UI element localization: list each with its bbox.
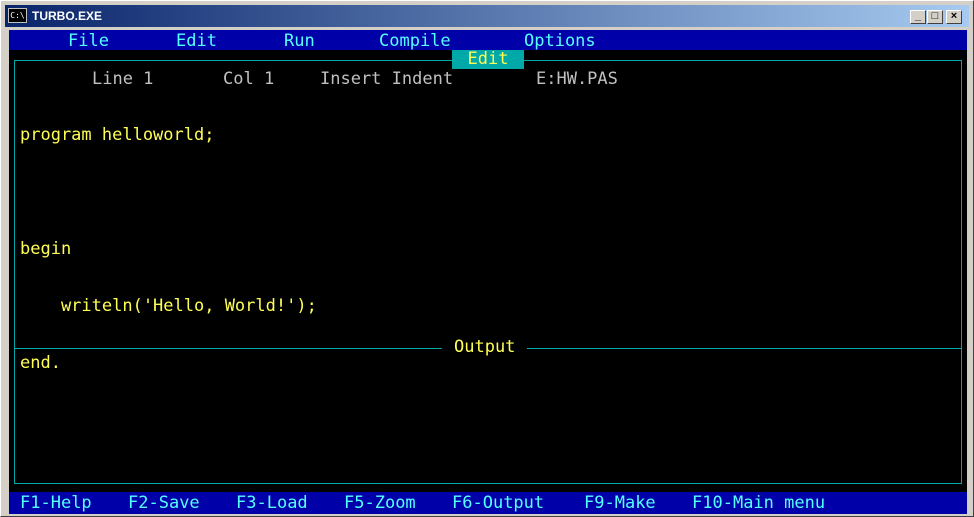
close-button[interactable]: × [946, 10, 962, 24]
f9-make-key[interactable]: F9-Make [584, 493, 656, 513]
code-line: begin [20, 239, 72, 259]
window-title: TURBO.EXE [32, 9, 103, 23]
menu-bar: File Edit Run Compile Options [9, 30, 967, 51]
console-app-icon[interactable]: C:\ [8, 8, 27, 23]
f10-main-menu-key[interactable]: F10-Main menu [692, 493, 825, 513]
menu-options[interactable]: Options [524, 31, 596, 51]
file-name: E:HW.PAS [536, 69, 618, 89]
dos-screen: File Edit Run Compile Options Edit Line … [9, 30, 967, 514]
f1-help-key[interactable]: F1-Help [20, 493, 92, 513]
f3-load-key[interactable]: F3-Load [236, 493, 308, 513]
line-indicator: Line 1 [92, 69, 154, 89]
column-indicator: Col 1 [223, 69, 275, 89]
edit-window-title: Edit [452, 50, 524, 69]
output-window[interactable] [15, 350, 961, 483]
function-key-bar: F1-Help F2-Save F3-Load F5-Zoom F6-Outpu… [9, 492, 967, 514]
window-frame: C:\ TURBO.EXE _ □ × File Edit Run Compil… [0, 0, 974, 517]
menu-edit[interactable]: Edit [176, 31, 217, 51]
minimize-button[interactable]: _ [910, 10, 926, 24]
menu-compile[interactable]: Compile [379, 31, 451, 51]
menu-run[interactable]: Run [284, 31, 315, 51]
editor-mode-indicator: Insert Indent [320, 69, 454, 89]
f6-output-key[interactable]: F6-Output [452, 493, 544, 513]
f5-zoom-key[interactable]: F5-Zoom [344, 493, 416, 513]
menu-file[interactable]: File [68, 31, 109, 51]
f2-save-key[interactable]: F2-Save [128, 493, 200, 513]
maximize-button[interactable]: □ [927, 10, 943, 24]
code-line: writeln('Hello, World!'); [20, 296, 317, 316]
title-bar[interactable]: C:\ TURBO.EXE _ □ × [5, 5, 969, 27]
code-line: program helloworld; [20, 125, 215, 145]
